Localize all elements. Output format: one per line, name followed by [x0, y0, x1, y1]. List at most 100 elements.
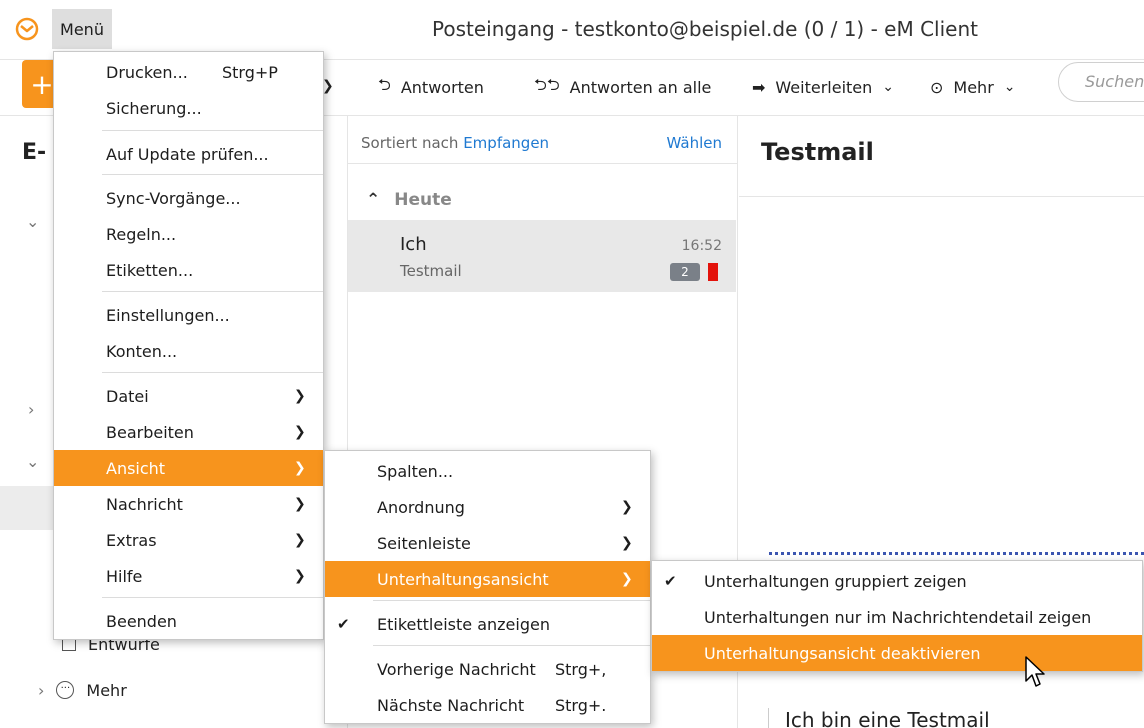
menu-item-label: Extras [106, 530, 157, 550]
sort-field-link[interactable]: Empfangen [463, 134, 549, 152]
message-sender: Ich [400, 234, 427, 255]
menu-item-view[interactable]: Ansicht ❯ [54, 450, 323, 486]
menu-separator [102, 130, 323, 131]
menu-item-label: Ansicht [106, 458, 166, 478]
menu-item-conversations-grouped[interactable]: ✔ Unterhaltungen gruppiert zeigen [652, 563, 1142, 599]
menu-item-label: Einstellungen... [106, 305, 230, 325]
forward-arrow-icon: ➡ [752, 77, 766, 97]
menu-item-label: Seitenleiste [377, 533, 471, 553]
message-row[interactable]: Ich Testmail 16:52 2 [348, 220, 736, 292]
menu-item-label: Nächste Nachricht [377, 695, 525, 715]
menu-item-help[interactable]: Hilfe ❯ [54, 558, 323, 594]
submenu-arrow-icon: ❯ [294, 460, 306, 476]
menu-item-label: Unterhaltungsansicht [377, 569, 549, 589]
menu-separator [102, 372, 323, 373]
menu-item-edit[interactable]: Bearbeiten ❯ [54, 414, 323, 450]
menu-item-shortcut: Strg+. [555, 695, 607, 715]
window-title: Posteingang - testkonto@beispiel.de (0 /… [432, 17, 978, 41]
more-button[interactable]: ⊙ Mehr ⌄ [930, 74, 1016, 100]
header-divider [739, 196, 1144, 197]
main-menu-button[interactable]: Menü [52, 9, 112, 49]
conversation-submenu: ✔ Unterhaltungen gruppiert zeigen Unterh… [651, 560, 1143, 672]
sort-bar: Sortiert nach Empfangen Wählen [348, 116, 738, 164]
more-chevron-down-icon: ⌄ [1003, 79, 1016, 95]
flag-icon[interactable] [708, 263, 718, 281]
menu-separator [102, 174, 323, 175]
menu-item-label: Spalten... [377, 461, 454, 481]
menu-item-backup[interactable]: Sicherung... [54, 90, 323, 126]
menu-item-show-label-bar[interactable]: ✔ Etikettleiste anzeigen [325, 606, 650, 642]
submenu-arrow-icon: ❯ [294, 424, 306, 440]
expand-chevron-icon[interactable]: › [28, 400, 34, 419]
menu-item-accounts[interactable]: Konten... [54, 333, 323, 369]
menu-item-rules[interactable]: Regeln... [54, 216, 323, 252]
menu-item-label: Datei [106, 386, 149, 406]
menu-item-disable-conversation-view[interactable]: Unterhaltungsansicht deaktivieren [652, 635, 1142, 671]
menu-item-settings[interactable]: Einstellungen... [54, 297, 323, 333]
more-label: Mehr [953, 77, 994, 97]
group-header-today[interactable]: ⌃ Heute [366, 190, 452, 210]
menu-item-conversations-detail-only[interactable]: Unterhaltungen nur im Nachrichtendetail … [652, 599, 1142, 635]
group-label: Heute [394, 190, 452, 210]
menu-item-label: Anordnung [377, 497, 465, 517]
submenu-arrow-icon: ❯ [621, 571, 633, 587]
menu-item-label: Vorherige Nachricht [377, 659, 536, 679]
menu-item-columns[interactable]: Spalten... [325, 453, 650, 489]
menu-item-quit[interactable]: Beenden [54, 603, 323, 639]
view-submenu: Spalten... Anordnung ❯ Seitenleiste ❯ Un… [324, 450, 651, 724]
reply-arrow-icon: ⮌ [378, 74, 391, 94]
menu-separator [102, 597, 323, 598]
menu-item-label: Bearbeiten [106, 422, 194, 442]
menu-item-file[interactable]: Datei ❯ [54, 378, 323, 414]
menu-item-shortcut: Strg+P [222, 62, 278, 82]
more-dots-icon: ⊙ [930, 77, 944, 97]
message-time: 16:52 [681, 238, 722, 254]
menu-item-check-update[interactable]: Auf Update prüfen... [54, 136, 323, 172]
menu-item-next-message[interactable]: Nächste Nachricht Strg+. [325, 687, 650, 723]
expand-chevron-icon[interactable]: › [38, 681, 44, 700]
collapse-chevron-icon: ⌃ [366, 190, 381, 210]
menu-item-print[interactable]: Drucken... Strg+P [54, 54, 323, 90]
forward-chevron-down-icon[interactable]: ⌄ [882, 79, 894, 95]
checkmark-icon: ✔ [664, 572, 677, 590]
menu-item-label: Drucken... [106, 62, 188, 82]
menu-item-previous-message[interactable]: Vorherige Nachricht Strg+, [325, 651, 650, 687]
menu-item-message[interactable]: Nachricht ❯ [54, 486, 323, 522]
sidebar-title: E- [22, 140, 47, 165]
menu-item-label: Etikettleiste anzeigen [377, 614, 550, 634]
menu-item-label: Unterhaltungsansicht deaktivieren [704, 643, 981, 663]
submenu-arrow-icon: ❯ [621, 535, 633, 551]
selected-folder-highlight[interactable] [0, 486, 60, 530]
collapse-chevron-icon[interactable]: ⌄ [26, 452, 39, 471]
menu-item-conversation-view[interactable]: Unterhaltungsansicht ❯ [325, 561, 650, 597]
menu-item-label: Auf Update prüfen... [106, 144, 269, 164]
menu-separator [373, 645, 650, 646]
menu-item-label: Hilfe [106, 566, 143, 586]
select-link[interactable]: Wählen [667, 134, 722, 152]
message-subject: Testmail [400, 262, 462, 280]
plus-icon: + [30, 67, 54, 101]
menu-item-sync[interactable]: Sync-Vorgänge... [54, 180, 323, 216]
menu-item-sidebar[interactable]: Seitenleiste ❯ [325, 525, 650, 561]
menu-item-label: Konten... [106, 341, 178, 361]
menu-item-extras[interactable]: Extras ❯ [54, 522, 323, 558]
sidebar-item-label: Mehr [86, 680, 127, 700]
message-title: Testmail [761, 138, 874, 166]
collapse-chevron-icon[interactable]: ⌄ [26, 212, 39, 231]
sort-label: Sortiert nach Empfangen [361, 134, 549, 152]
menu-item-label: Nachricht [106, 494, 183, 514]
reply-all-button[interactable]: ⮌⮌ Antworten an alle [534, 74, 711, 100]
more-dots-icon: ··· [56, 681, 75, 699]
menu-separator [102, 291, 323, 292]
menu-item-labels[interactable]: Etiketten... [54, 252, 323, 288]
submenu-arrow-icon: ❯ [621, 499, 633, 515]
sidebar-item-more[interactable]: › ··· Mehr [38, 676, 127, 704]
menu-separator [373, 600, 650, 601]
submenu-arrow-icon: ❯ [294, 568, 306, 584]
search-input[interactable]: Suchen [1058, 62, 1144, 102]
menu-item-arrangement[interactable]: Anordnung ❯ [325, 489, 650, 525]
checkmark-icon: ✔ [337, 615, 350, 633]
reply-button[interactable]: ⮌ Antworten [378, 74, 484, 100]
message-content-decoration [769, 552, 1144, 555]
forward-button[interactable]: ➡ Weiterleiten ⌄ [752, 74, 894, 100]
